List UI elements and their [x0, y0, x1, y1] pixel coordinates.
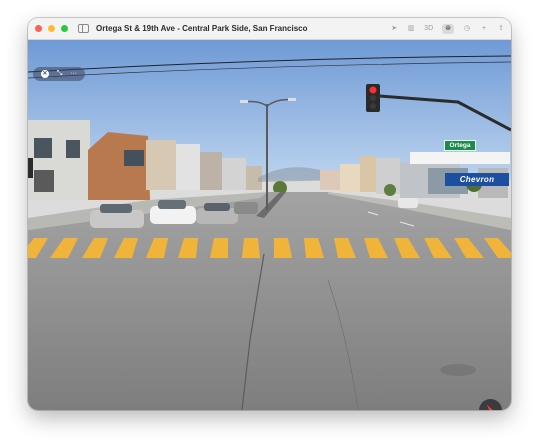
maps-window: Ortega St & 19th Ave - Central Park Side…: [28, 18, 511, 410]
look-around-binoculars-icon[interactable]: ⊛: [442, 23, 454, 34]
more-options-icon[interactable]: ···: [70, 67, 77, 81]
collapse-icon[interactable]: ⤡: [57, 67, 63, 81]
window-title: Ortega St & 19th Ave - Central Park Side…: [96, 24, 308, 33]
add-icon[interactable]: +: [480, 24, 488, 34]
crosswalk-stripe: [242, 238, 260, 258]
road-patch: [440, 364, 476, 376]
map-icon[interactable]: ▥: [407, 24, 415, 34]
clock-icon[interactable]: ◷: [463, 24, 471, 34]
location-arrow-icon[interactable]: ➤: [390, 24, 398, 34]
sidebar-toggle-icon[interactable]: [78, 24, 89, 33]
street-name-sign: Ortega: [444, 140, 476, 151]
close-look-around-button[interactable]: ✕: [40, 70, 49, 78]
look-around-view[interactable]: ✕ ⤡ ··· Ortega Chevron: [28, 40, 511, 410]
window-controls: [35, 25, 68, 32]
left-traffic-signal: [28, 158, 33, 178]
3d-button[interactable]: 3D: [424, 24, 433, 34]
close-window-button[interactable]: [35, 25, 42, 32]
gas-station-sign: Chevron: [445, 173, 509, 186]
look-around-controls: ✕ ⤡ ···: [33, 67, 85, 81]
zoom-window-button[interactable]: [61, 25, 68, 32]
tree: [384, 184, 396, 196]
street-scene: [28, 40, 511, 410]
share-icon[interactable]: ⇪: [497, 24, 505, 34]
minimize-window-button[interactable]: [48, 25, 55, 32]
title-bar: Ortega St & 19th Ave - Central Park Side…: [28, 18, 511, 40]
toolbar: ➤ ▥ 3D ⊛ ◷ + ⇪: [390, 23, 505, 34]
